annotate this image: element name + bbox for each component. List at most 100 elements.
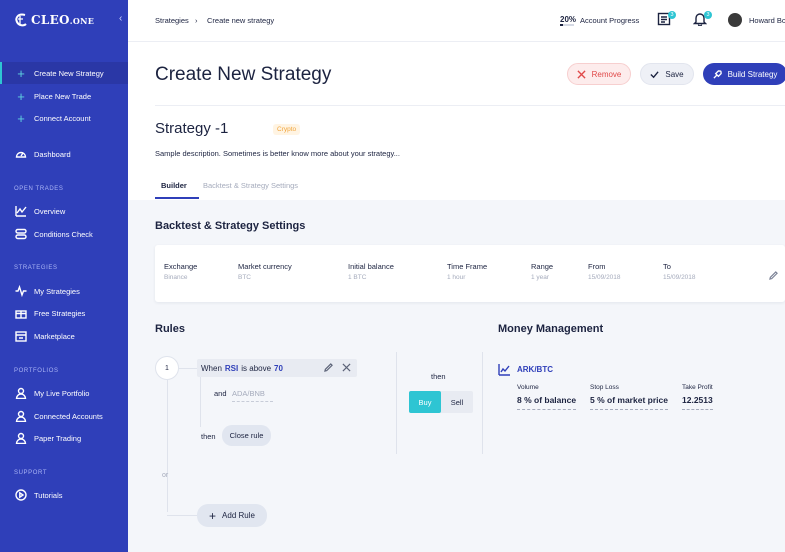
sidebar-item-live-portfolio[interactable]: My Live Portfolio [0,382,128,404]
user-icon [14,409,28,423]
breadcrumb-strategies[interactable]: Strategies [155,16,189,25]
topbar: Strategies › Create new strategy 20% Acc… [128,0,785,42]
progress-fill [560,24,563,26]
header-divider [155,105,785,106]
money-volume[interactable]: Volume 8 % of balance [517,384,577,410]
setting-to: To 15/09/2018 [663,262,696,281]
notes-button[interactable]: 3 [657,11,676,28]
sidebar-item-paper-trading[interactable]: Paper Trading [0,427,128,449]
notifications-button[interactable]: 3 [692,11,712,28]
rule-number: 1 [155,356,179,380]
sidebar-item-label: Free Strategies [34,308,86,318]
setting-label: Time Frame [447,262,488,271]
sidebar-item-free-strategies[interactable]: Free Strategies [0,302,128,324]
logo[interactable]: CLEO.ONE [14,10,94,30]
sidebar-item-label: Dashboard [34,149,71,159]
build-strategy-label: Build Strategy [727,69,778,79]
sidebar-item-place-trade[interactable]: + Place New Trade [0,85,128,107]
plus-icon: + [17,88,25,104]
close-icon[interactable] [342,363,351,372]
close-rule-button[interactable]: Close rule [222,425,271,446]
rule-condition[interactable]: When RSI is above 70 [197,359,357,377]
remove-button[interactable]: Remove [567,63,631,85]
chart-icon [14,204,28,218]
build-strategy-button[interactable]: Build Strategy [703,63,785,85]
plus-icon: + [17,65,25,81]
money-take-profit[interactable]: Take Profit 12.2513 [682,384,713,410]
chart-icon [498,364,510,376]
setting-label: Exchange [164,262,198,271]
sidebar-item-create-strategy[interactable]: + Create New Strategy [0,62,128,84]
play-icon [14,488,28,502]
sidebar-item-label: Marketplace [34,331,75,341]
notes-badge: 3 [668,11,676,19]
user-name[interactable]: Howard Bo [749,16,785,25]
money-pair[interactable]: ARK/BTC [498,363,553,376]
sidebar-item-my-strategies[interactable]: My Strategies [0,280,128,302]
rule-column-divider [482,352,483,454]
setting-label: Range [531,262,554,271]
sidebar-item-marketplace[interactable]: Marketplace [0,325,128,347]
pencil-icon[interactable] [324,363,333,372]
collapse-sidebar-icon[interactable]: ‹ [119,13,122,24]
sidebar-item-label: My Live Portfolio [34,388,90,398]
sidebar-item-overview[interactable]: Overview [0,200,128,222]
setting-initial-balance: Initial balance 1 BTC [348,262,394,281]
active-tab-indicator [155,197,199,199]
then-label: then [201,432,216,441]
money-stop-loss[interactable]: Stop Loss 5 % of market price [590,384,668,410]
save-button[interactable]: Save [640,63,694,85]
setting-value: BTC [238,274,251,281]
progress-label[interactable]: Account Progress [580,16,639,25]
sidebar-item-label: Paper Trading [34,433,82,443]
sidebar-item-connected-accounts[interactable]: Connected Accounts [0,405,128,427]
strategy-description[interactable]: Sample description. Sometimes is better … [155,149,400,158]
setting-label: From [588,262,606,271]
sidebar-item-label: Create New Strategy [34,68,104,78]
add-rule-label: Add Rule [222,511,255,520]
breadcrumb-separator: › [195,16,198,25]
sidebar-item-connect-account[interactable]: + Connect Account [0,107,128,129]
add-rule-button[interactable]: + Add Rule [197,504,267,527]
page-title: Create New Strategy [155,64,332,85]
gift-icon [14,306,28,320]
sell-button[interactable]: Sell [441,391,473,413]
sidebar-item-conditions-check[interactable]: Conditions Check [0,223,128,245]
sidebar-item-tutorials[interactable]: Tutorials [0,484,128,506]
setting-value: 1 BTC [348,274,367,281]
condition-value[interactable]: 70 [274,364,283,373]
strategy-name[interactable]: Strategy -1 [155,120,228,137]
setting-value: 1 year [531,274,550,281]
pair-label: ARK/BTC [517,365,553,374]
tab-backtest-settings[interactable]: Backtest & Strategy Settings [203,181,298,190]
rule-connector [200,377,201,427]
rule-column-divider [396,352,397,454]
money-field-value: 5 % of market price [590,395,668,410]
money-field-label: Volume [517,384,539,391]
sidebar-item-label: Overview [34,206,66,216]
condition-indicator[interactable]: RSI [225,364,238,373]
sidebar-item-label: Place New Trade [34,91,92,101]
condition-operator[interactable]: is above [241,364,271,373]
strategy-header: Create New Strategy Remove Save Build St… [128,42,785,200]
rules-title: Rules [155,323,185,335]
setting-market-currency: Market currency BTC [238,262,292,281]
rocket-icon [713,69,722,79]
sidebar-item-label: Connected Accounts [34,411,103,421]
user-icon [14,386,28,400]
setting-label: Initial balance [348,262,394,271]
buy-button[interactable]: Buy [409,391,441,413]
and-pair-field[interactable]: ADA/BNB [232,389,273,402]
pulse-icon [14,284,28,298]
money-field-value: 12.2513 [682,395,713,410]
edit-settings-button[interactable] [769,267,778,285]
money-management-title: Money Management [498,323,604,335]
progress-bar [560,24,574,26]
tab-builder[interactable]: Builder [161,181,187,190]
sidebar-item-dashboard[interactable]: Dashboard [0,143,128,165]
avatar[interactable] [728,13,742,27]
backtest-settings-card: Exchange Binance Market currency BTC Ini… [155,245,785,302]
sidebar-item-label: My Strategies [34,286,80,296]
section-support: SUPPORT [14,470,48,476]
buy-sell-toggle: Buy Sell [409,391,473,413]
